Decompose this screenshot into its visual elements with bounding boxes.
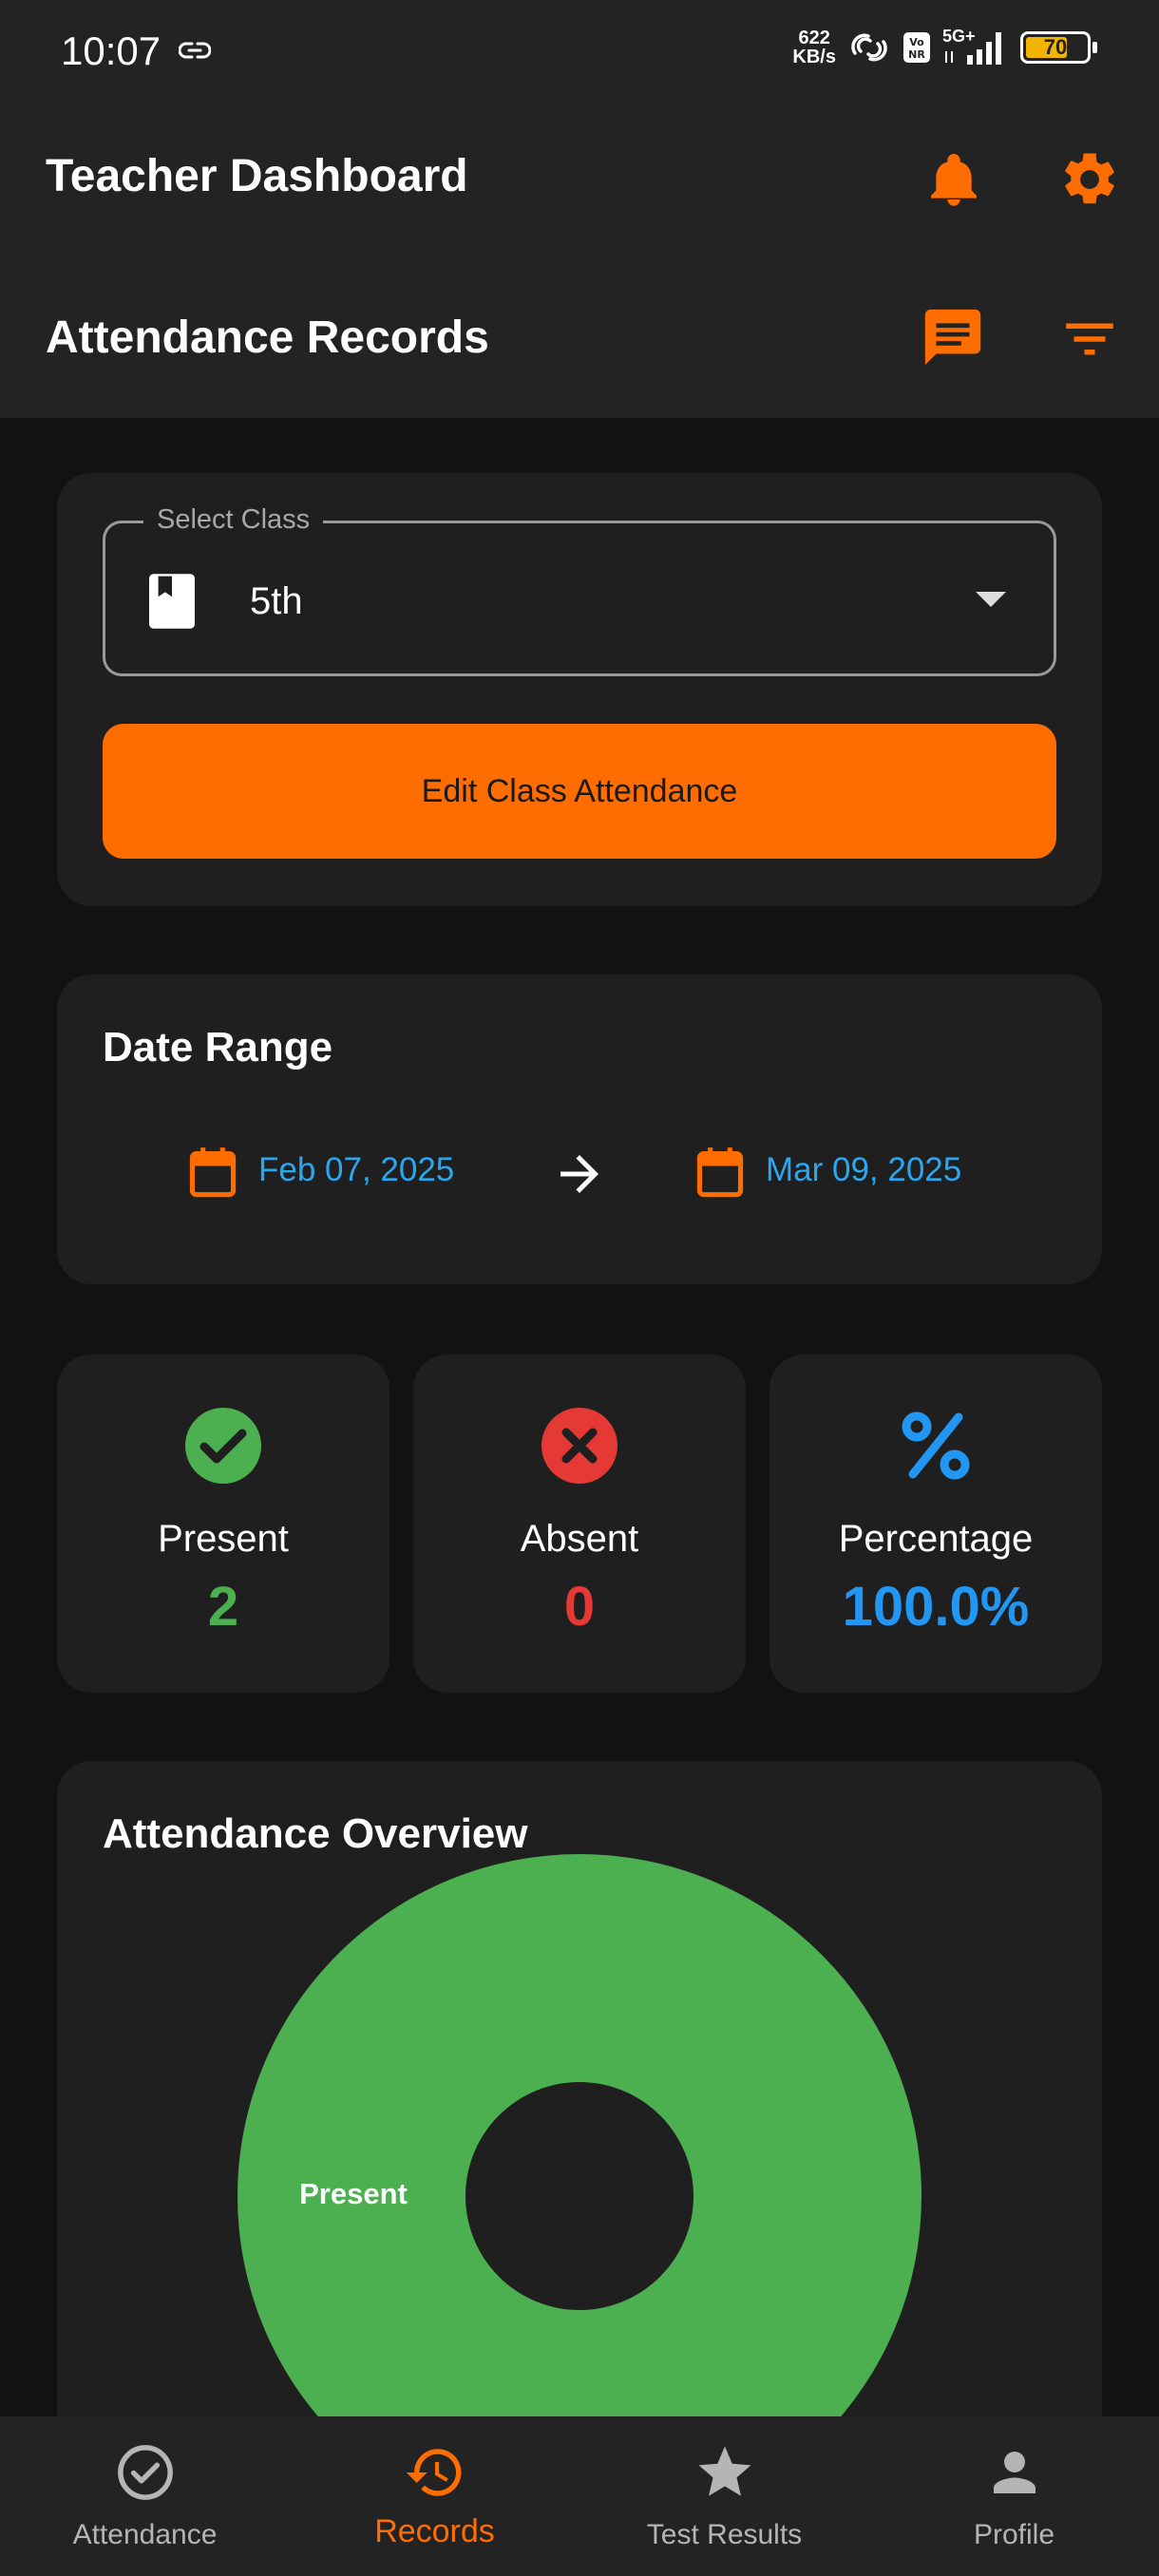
end-date[interactable]: Mar 09, 2025 bbox=[766, 1151, 961, 1189]
present-count: 2 bbox=[207, 1576, 239, 1638]
present-stat-card: Present 2 bbox=[57, 1354, 390, 1693]
svg-text:Vo: Vo bbox=[909, 36, 924, 48]
battery-icon: 70 bbox=[1020, 31, 1097, 64]
selected-class-value: 5th bbox=[250, 580, 303, 622]
nav-label-records: Records bbox=[374, 2513, 495, 2549]
status-icons: 622 KB/s Vo NR 5G+ 70 bbox=[792, 27, 1097, 67]
filter-icon[interactable] bbox=[1058, 308, 1121, 370]
gear-icon[interactable] bbox=[1058, 148, 1121, 211]
nav-test-results[interactable]: Test Results bbox=[580, 2416, 869, 2576]
svg-text:NR: NR bbox=[908, 48, 925, 61]
check-circle-icon bbox=[117, 2445, 173, 2500]
network-speed: 622 KB/s bbox=[792, 28, 836, 67]
star-icon bbox=[698, 2446, 750, 2496]
class-select[interactable]: Select Class 5th bbox=[103, 504, 1056, 676]
nav-attendance[interactable]: Attendance bbox=[0, 2416, 290, 2576]
volte-icon: Vo NR bbox=[903, 32, 930, 63]
absent-label: Absent bbox=[520, 1518, 639, 1560]
chat-icon[interactable] bbox=[920, 304, 986, 370]
cancel-circle-icon bbox=[542, 1408, 618, 1484]
date-range-title: Date Range bbox=[103, 1024, 333, 1070]
overview-title: Attendance Overview bbox=[103, 1810, 528, 1857]
date-range-card: Date Range Feb 07, 2025 Mar 09, 2025 bbox=[57, 975, 1102, 1284]
nav-label-profile: Profile bbox=[973, 2519, 1055, 2550]
percentage-label: Percentage bbox=[838, 1518, 1034, 1560]
arrow-right-icon bbox=[560, 1155, 598, 1193]
nav-profile[interactable]: Profile bbox=[869, 2416, 1159, 2576]
calendar-icon[interactable] bbox=[695, 1146, 745, 1199]
person-icon bbox=[993, 2452, 1036, 2493]
calendar-icon[interactable] bbox=[188, 1146, 238, 1199]
signal-indicator: 5G+ bbox=[942, 27, 1009, 66]
percent-icon bbox=[902, 1411, 970, 1480]
select-class-label: Select Class bbox=[143, 504, 324, 536]
present-label: Present bbox=[158, 1518, 289, 1560]
history-icon bbox=[406, 2449, 461, 2496]
app-header: Teacher Dashboard Attendance Records bbox=[0, 104, 1159, 418]
slice-label-present: Present bbox=[299, 2177, 408, 2210]
absent-stat-card: Absent 0 bbox=[413, 1354, 746, 1693]
nav-records[interactable]: Records bbox=[290, 2416, 580, 2576]
book-icon bbox=[149, 574, 195, 629]
status-time: 10:07 bbox=[61, 28, 162, 73]
signal-icon bbox=[945, 32, 1001, 65]
bell-icon[interactable] bbox=[923, 150, 984, 211]
section-title: Attendance Records bbox=[46, 313, 489, 363]
nav-label-test-results: Test Results bbox=[646, 2519, 803, 2550]
absent-count: 0 bbox=[563, 1576, 596, 1638]
page-title: Teacher Dashboard bbox=[46, 151, 468, 201]
percentage-value: 100.0% bbox=[842, 1576, 1030, 1638]
dropdown-arrow-icon[interactable] bbox=[976, 592, 1006, 607]
percentage-stat-card: Percentage 100.0% bbox=[770, 1354, 1102, 1693]
bottom-navigation: Attendance Records Test Results Profile bbox=[0, 2416, 1159, 2576]
start-date[interactable]: Feb 07, 2025 bbox=[258, 1151, 454, 1189]
hotspot-icon bbox=[851, 33, 887, 62]
check-circle-icon bbox=[185, 1408, 261, 1484]
link-icon bbox=[179, 42, 211, 59]
donut-hole bbox=[466, 2082, 694, 2310]
status-bar: 10:07 622 KB/s Vo NR 5G+ 70 bbox=[0, 0, 1159, 104]
edit-class-attendance-button[interactable]: Edit Class Attendance bbox=[103, 724, 1056, 859]
class-selection-card: Select Class 5th Edit Class Attendance bbox=[57, 473, 1102, 906]
nav-label-attendance: Attendance bbox=[72, 2519, 218, 2550]
